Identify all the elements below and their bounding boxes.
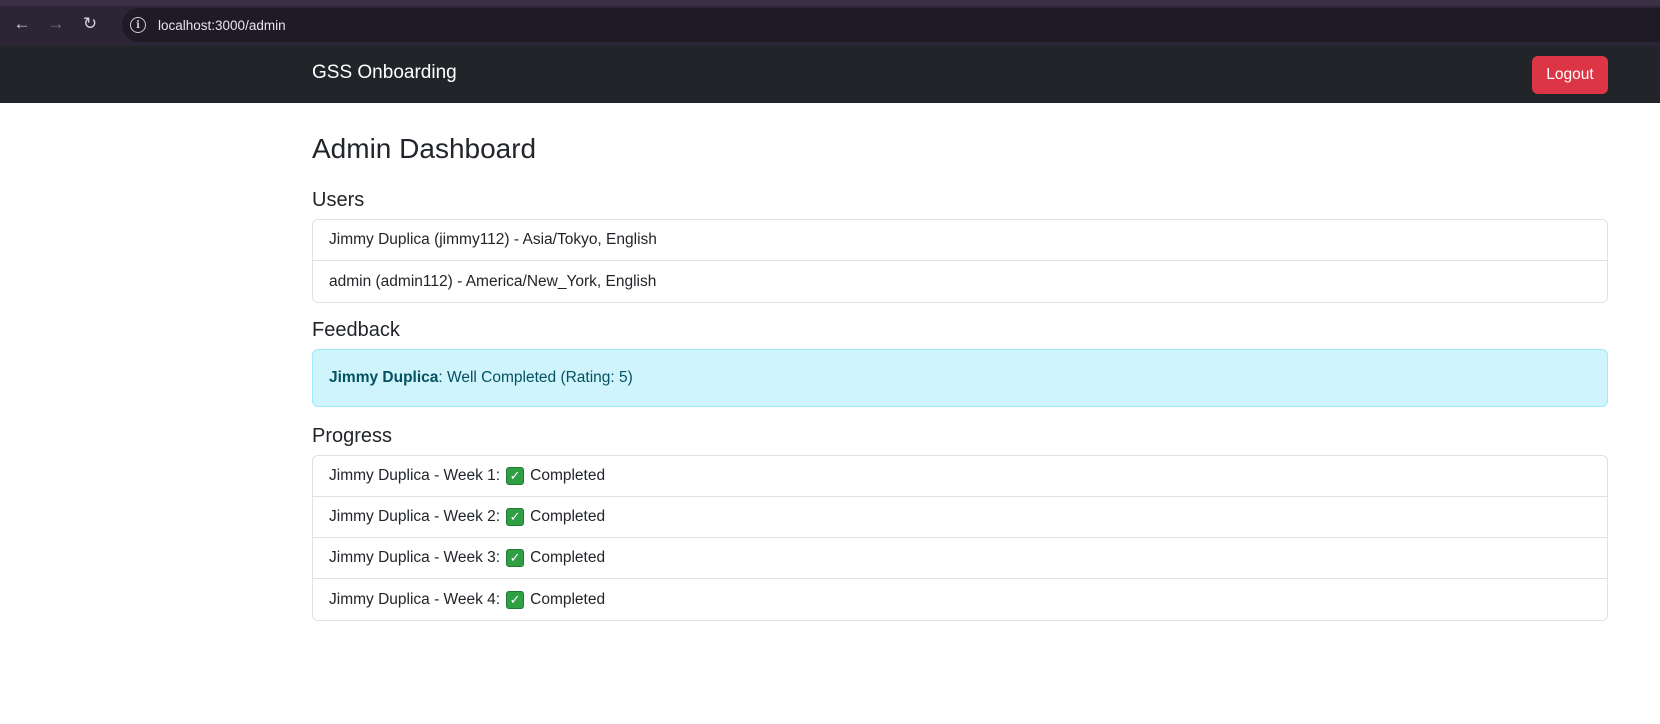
forward-arrow-icon[interactable]: → [42, 10, 70, 38]
check-mark-icon: ✓ [506, 590, 525, 609]
progress-status: Completed [530, 467, 606, 484]
users-heading: Users [312, 189, 365, 211]
feedback-heading: Feedback [312, 319, 400, 341]
progress-heading: Progress [312, 425, 393, 447]
check-mark-icon: ✓ [506, 467, 525, 485]
user-list-item: admin (admin112) - America/New_York, Eng… [329, 272, 657, 290]
progress-label: Jimmy Duplica - Week 1: [329, 467, 501, 484]
feedback-text: : Well Completed (Rating: 5) [438, 369, 633, 386]
progress-label: Jimmy Duplica - Week 2: [329, 508, 501, 525]
feedback-author: Jimmy Duplica [329, 369, 439, 386]
reload-icon[interactable]: ↻ [76, 10, 104, 38]
app-navbar: GSS Onboarding Logout [0, 46, 1660, 103]
progress-status: Completed [530, 508, 606, 525]
page-title: Admin Dashboard [312, 133, 537, 164]
address-bar[interactable]: i localhost:3000/admin [122, 8, 1660, 42]
progress-list-item: Jimmy Duplica - Week 1: ✓ Completed [313, 456, 1607, 497]
progress-label: Jimmy Duplica - Week 4: [329, 590, 501, 608]
user-list-item: Jimmy Duplica (jimmy112) - Asia/Tokyo, E… [313, 220, 1607, 261]
browser-toolbar: ← → ↻ i localhost:3000/admin [0, 0, 1660, 46]
navbar-brand[interactable]: GSS Onboarding [312, 62, 457, 84]
progress-status: Completed [530, 549, 606, 566]
progress-list-item: Jimmy Duplica - Week 4: ✓ Completed [313, 579, 1607, 620]
progress-list-item: Jimmy Duplica - Week 2: ✓ Completed [313, 497, 1607, 538]
progress-list: Jimmy Duplica - Week 1: ✓ Completed Jimm… [312, 455, 1608, 621]
back-arrow-icon[interactable]: ← [8, 10, 36, 38]
progress-status: Completed [530, 590, 606, 608]
site-info-icon[interactable]: i [130, 17, 146, 33]
feedback-alert: Jimmy Duplica: Well Completed (Rating: 5… [312, 349, 1608, 407]
progress-label: Jimmy Duplica - Week 3: [329, 549, 501, 566]
logout-button[interactable]: Logout [1532, 56, 1608, 94]
users-list: Jimmy Duplica (jimmy112) - Asia/Tokyo, E… [312, 219, 1608, 303]
url-text[interactable]: localhost:3000/admin [158, 18, 286, 33]
progress-list-item: Jimmy Duplica - Week 3: ✓ Completed [313, 538, 1607, 579]
check-mark-icon: ✓ [506, 508, 525, 526]
main-content: Admin Dashboard Users Jimmy Duplica (jim… [312, 103, 1608, 621]
check-mark-icon: ✓ [506, 549, 525, 567]
